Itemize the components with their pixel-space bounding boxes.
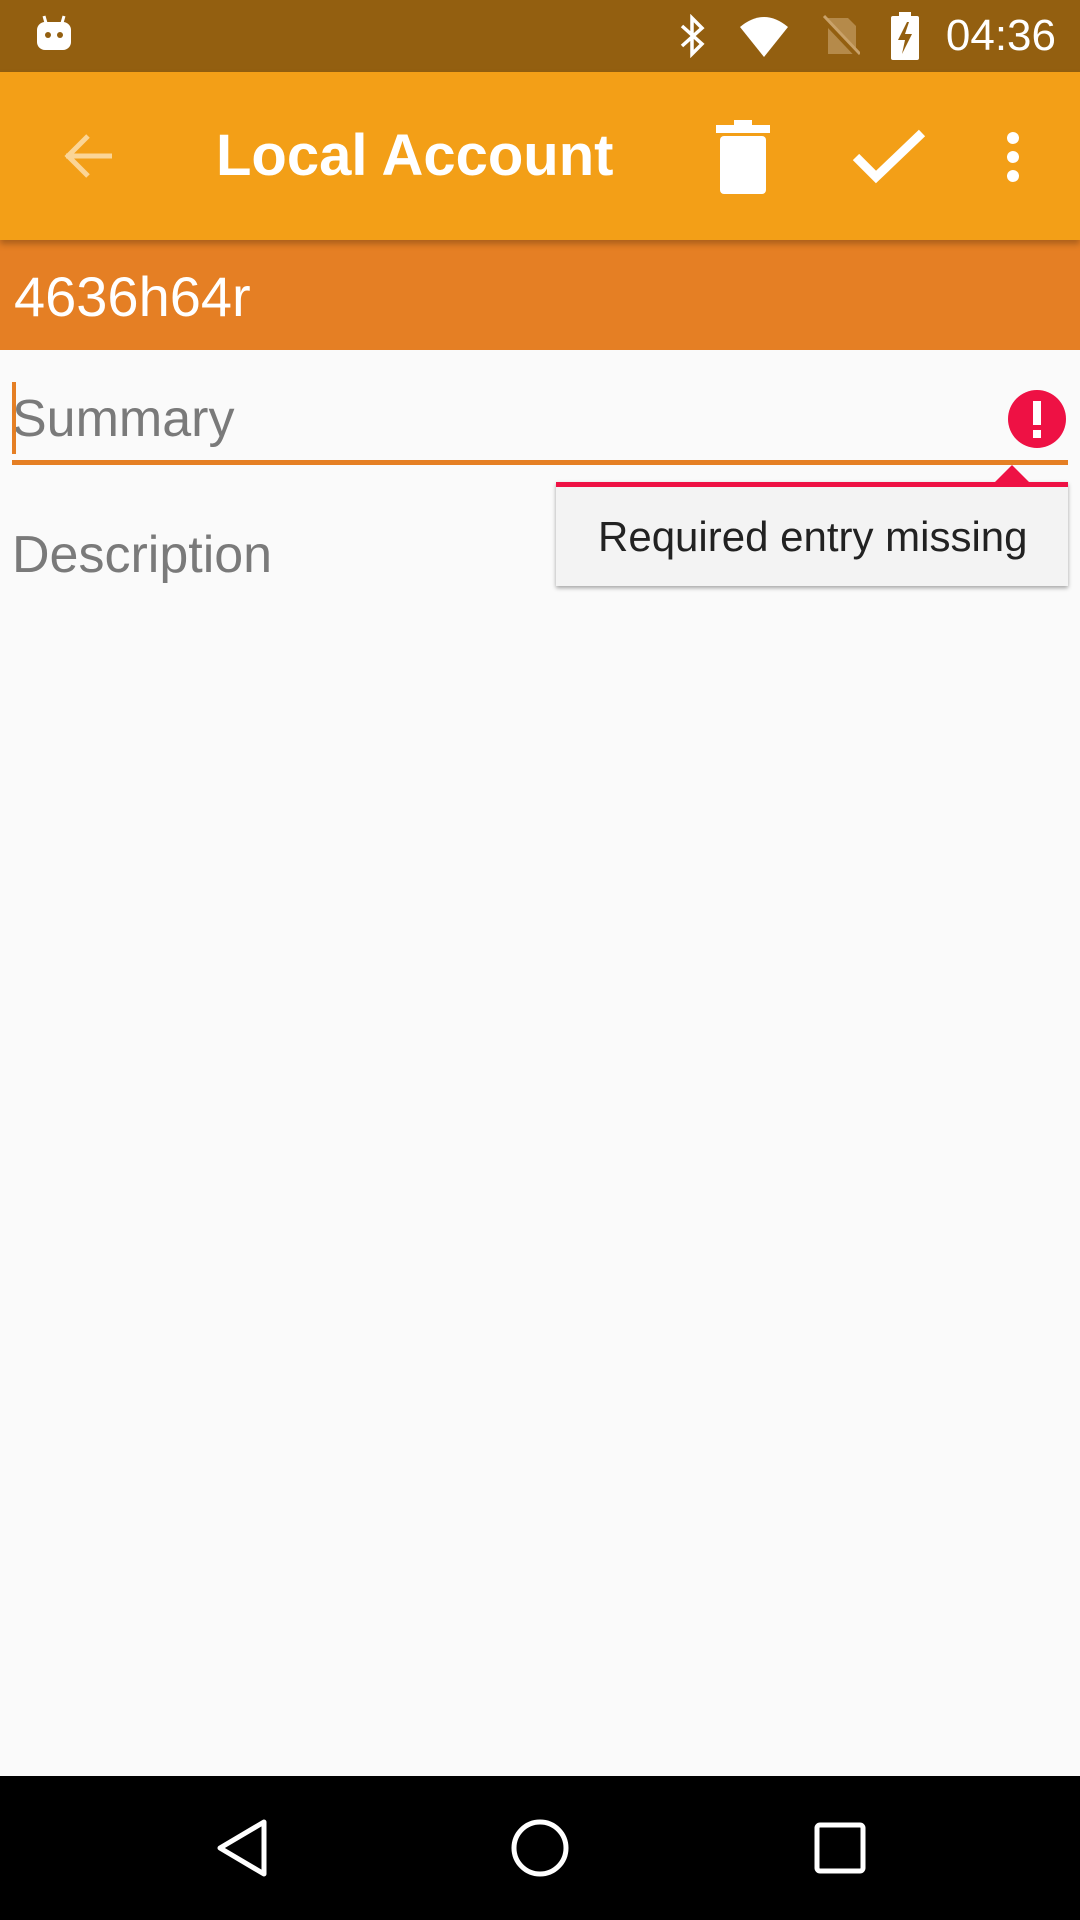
- nav-home-icon: [511, 1819, 569, 1877]
- nav-recents-button[interactable]: [790, 1798, 890, 1898]
- battery-charging-icon: [890, 12, 920, 60]
- description-input[interactable]: [12, 520, 552, 590]
- error-icon[interactable]: [1008, 390, 1066, 448]
- error-popup-pointer: [994, 465, 1030, 483]
- summary-input[interactable]: [12, 378, 992, 460]
- android-icon: [37, 15, 71, 50]
- delete-icon: [716, 120, 770, 194]
- wifi-icon: [738, 14, 790, 58]
- nav-back-icon: [217, 1819, 267, 1877]
- check-icon: [852, 129, 926, 184]
- no-sim-icon: [820, 14, 860, 58]
- status-bar: 04:36: [0, 0, 1080, 72]
- delete-button[interactable]: [698, 112, 788, 202]
- nav-home-button[interactable]: [490, 1798, 590, 1898]
- account-name: 4636h64r: [14, 265, 251, 328]
- account-banner: 4636h64r: [0, 240, 1080, 350]
- status-clock: 04:36: [945, 11, 1056, 60]
- summary-underline: [12, 460, 1068, 465]
- error-message: Required entry missing: [598, 513, 1028, 560]
- back-button[interactable]: [48, 116, 128, 196]
- navigation-bar: [0, 1776, 1080, 1920]
- text-cursor: [12, 382, 16, 454]
- description-field: [12, 520, 552, 590]
- nav-recents-icon: [814, 1822, 866, 1874]
- nav-back-button[interactable]: [192, 1798, 292, 1898]
- arrow-back-icon: [64, 134, 112, 178]
- summary-field: [12, 378, 1068, 468]
- error-popup: Required entry missing: [556, 465, 1068, 586]
- bluetooth-icon: [678, 14, 708, 58]
- save-button[interactable]: [844, 112, 934, 202]
- app-bar: Local Account: [0, 72, 1080, 240]
- page-title: Local Account: [216, 123, 614, 188]
- more-vert-icon: [1007, 132, 1019, 182]
- more-options-button[interactable]: [968, 112, 1058, 202]
